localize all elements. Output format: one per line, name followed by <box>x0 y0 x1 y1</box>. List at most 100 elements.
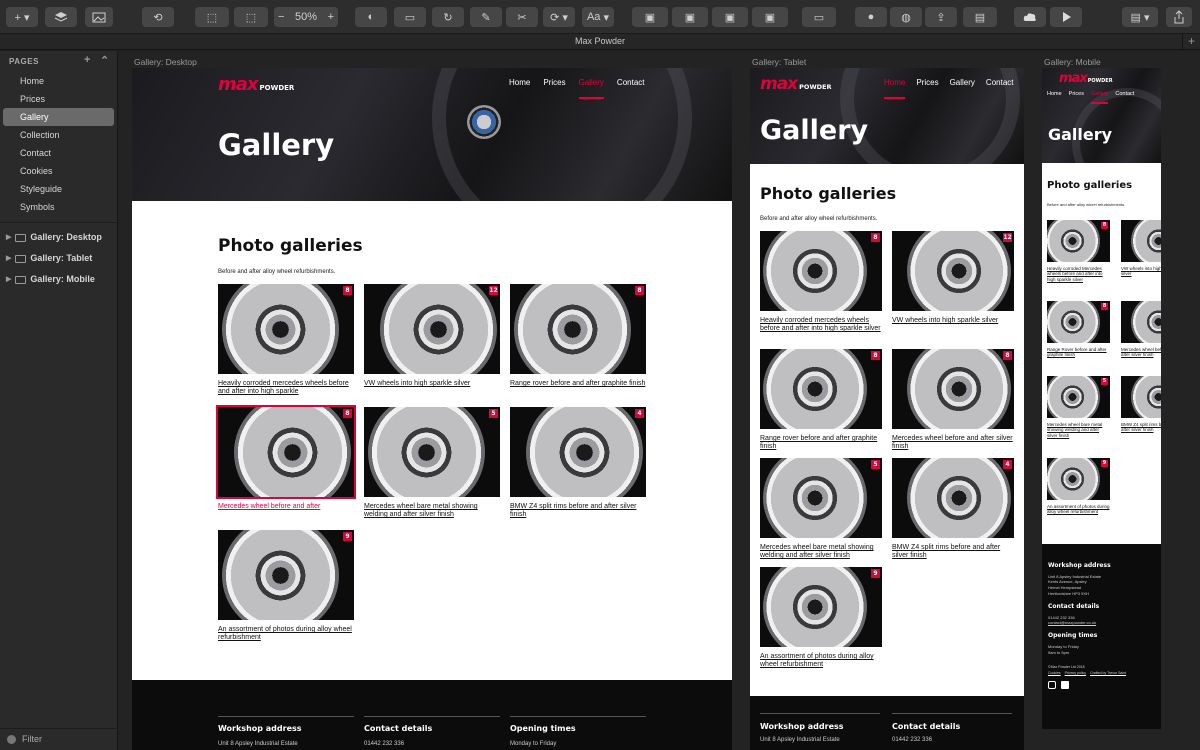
artboard-label-desktop[interactable]: Gallery: Desktop <box>134 57 197 67</box>
edit-button[interactable]: ✎ <box>470 7 502 27</box>
preview-button[interactable] <box>1050 7 1082 27</box>
subtract-button[interactable]: ▭ <box>394 7 426 27</box>
nav-home[interactable]: Home <box>884 78 906 99</box>
page-prices[interactable]: Prices <box>3 90 114 108</box>
union-button[interactable]: ◐ <box>355 7 387 27</box>
gallery-thumbnail-image[interactable]: 8 <box>892 349 1014 429</box>
gallery-caption-link[interactable]: An assortment of photos during alloy whe… <box>760 653 882 670</box>
view-button[interactable]: ▭ <box>802 7 836 27</box>
gallery-caption-link[interactable]: An assortment of photos during alloy whe… <box>1047 504 1110 515</box>
back-button[interactable]: ▣ <box>752 7 788 27</box>
gallery-caption-link[interactable]: Mercedes wheel bare metal showing weldin… <box>364 503 500 520</box>
front-button[interactable]: ▣ <box>712 7 748 27</box>
gallery-caption-link[interactable]: BMW Z4 split rims before and after silve… <box>1121 422 1161 433</box>
site-logo[interactable]: max POWDER <box>760 74 831 94</box>
nav-prices[interactable]: Prices <box>916 78 938 99</box>
add-page-icon[interactable]: + <box>84 54 91 66</box>
gallery-thumbnail-image[interactable]: 12 <box>1121 220 1161 262</box>
gallery-thumbnail-image[interactable]: 5 <box>1047 376 1110 418</box>
rotate-button[interactable]: ↻ <box>432 7 464 27</box>
gallery-caption-link[interactable]: Range rover before and after graphite fi… <box>510 380 646 388</box>
gallery-caption-link[interactable]: VW wheels into high sparkle silver <box>1121 266 1161 277</box>
page-contact[interactable]: Contact <box>3 144 114 162</box>
nav-gallery[interactable]: Gallery <box>950 78 975 99</box>
nav-gallery[interactable]: Gallery <box>1090 91 1109 104</box>
link-button[interactable]: ◍ <box>890 7 922 27</box>
artboard-layer-mobile[interactable]: ▶ Gallery: Mobile <box>0 269 117 290</box>
collapse-pages-icon[interactable]: ⌃ <box>100 54 110 67</box>
gallery-thumbnail-image[interactable]: 4 <box>892 458 1014 538</box>
gallery-caption-link[interactable]: Range Rover before and after graphite fi… <box>1047 347 1110 358</box>
artboard-desktop[interactable]: max POWDER Home Prices Gallery Contact G… <box>132 68 732 750</box>
footer-link-credit[interactable]: Crafted by Trevor Saint <box>1090 671 1126 676</box>
mask-button[interactable]: ● <box>855 7 887 27</box>
page-collection[interactable]: Collection <box>3 126 114 144</box>
artboard-mobile[interactable]: max POWDER Home Prices Gallery Contact G… <box>1042 68 1161 544</box>
canvas[interactable]: Gallery: Desktop max POWDER Home Prices … <box>119 51 1200 750</box>
artboard-tablet[interactable]: max POWDER Home Prices Gallery Contact G… <box>750 68 1024 696</box>
nav-contact[interactable]: Contact <box>617 78 645 99</box>
nav-prices[interactable]: Prices <box>543 78 565 99</box>
gallery-caption-link[interactable]: Mercedes wheel before and after silver f… <box>892 435 1014 452</box>
image-button[interactable] <box>85 7 113 27</box>
facebook-icon[interactable] <box>1061 680 1069 689</box>
page-symbols[interactable]: Symbols <box>3 198 114 216</box>
gallery-thumbnail-image[interactable]: 9 <box>1047 458 1110 500</box>
page-cookies[interactable]: Cookies <box>3 162 114 180</box>
nav-home[interactable]: Home <box>509 78 530 99</box>
artboard-layer-tablet[interactable]: ▶ Gallery: Tablet <box>0 248 117 269</box>
transform-button[interactable]: ⟳ ▾ <box>543 7 575 27</box>
text-style-button[interactable]: Aa ▾ <box>582 7 614 27</box>
scale-button[interactable]: ⬚ <box>195 7 229 27</box>
gallery-thumbnail-image[interactable]: 8 <box>760 349 882 429</box>
gallery-thumbnail-image[interactable]: 5 <box>364 407 500 497</box>
gallery-thumbnail-image[interactable]: 5 <box>760 458 882 538</box>
gallery-caption-link[interactable]: BMW Z4 split rims before and after silve… <box>510 503 646 520</box>
zoom-out-icon[interactable]: − <box>278 11 284 23</box>
layer-filter[interactable]: Filter <box>0 728 118 750</box>
gallery-thumbnail-image[interactable]: 8 <box>1121 301 1161 343</box>
zoom-in-icon[interactable]: + <box>328 11 334 23</box>
backward-button[interactable]: ▣ <box>672 7 708 27</box>
gallery-caption-link[interactable]: Range rover before and after graphite fi… <box>760 435 882 452</box>
gallery-caption-link[interactable]: Mercedes wheel bare metal showing weldin… <box>1047 422 1110 438</box>
nav-gallery[interactable]: Gallery <box>578 78 604 99</box>
nav-prices[interactable]: Prices <box>1069 91 1084 104</box>
gallery-thumbnail-image[interactable]: 8 <box>760 231 882 311</box>
layers-button[interactable] <box>45 7 77 27</box>
page-styleguide[interactable]: Styleguide <box>3 180 114 198</box>
footer-link-cookies[interactable]: Cookies <box>1048 671 1061 676</box>
gallery-thumbnail-image[interactable]: 12 <box>364 284 500 374</box>
footer-link-privacy[interactable]: Privacy policy <box>1065 671 1086 676</box>
instagram-icon[interactable] <box>1048 680 1056 689</box>
export-button[interactable]: ⇪ <box>925 7 957 27</box>
page-gallery[interactable]: Gallery <box>3 108 114 126</box>
gallery-thumbnail-image[interactable]: 8 <box>1047 220 1110 262</box>
gallery-thumbnail-image[interactable]: 12 <box>892 231 1014 311</box>
gallery-thumbnail-image[interactable]: 8 <box>1047 301 1110 343</box>
trim-button[interactable]: ⬚ <box>234 7 268 27</box>
inspect-button[interactable]: ▤ <box>963 7 997 27</box>
artboard-label-tablet[interactable]: Gallery: Tablet <box>752 57 806 67</box>
gallery-caption-link[interactable]: Heavily corroded mercedes wheels before … <box>218 380 354 397</box>
page-home[interactable]: Home <box>3 72 114 90</box>
gallery-thumbnail-image[interactable]: 8 <box>218 284 354 374</box>
new-tab-button[interactable]: + <box>1182 34 1200 49</box>
nav-contact[interactable]: Contact <box>986 78 1014 99</box>
footer-email-link[interactable]: contact@maxpowder.co.uk <box>1048 620 1126 626</box>
forward-button[interactable]: ▣ <box>632 7 668 27</box>
layout-button[interactable]: ▤ ▾ <box>1122 7 1158 27</box>
gallery-caption-link[interactable]: Heavily corroded mercedes wheels before … <box>760 317 882 334</box>
gallery-caption-link[interactable]: Mercedes wheel before and after silver f… <box>1121 347 1161 358</box>
site-logo[interactable]: max POWDER <box>218 74 294 95</box>
gallery-caption-link[interactable]: VW wheels into high sparkle silver <box>892 317 1014 325</box>
gallery-thumbnail-image[interactable]: 4 <box>510 407 646 497</box>
gallery-caption-link[interactable]: Mercedes wheel bare metal showing weldin… <box>760 544 882 561</box>
disclosure-triangle-icon[interactable]: ▶ <box>6 269 11 290</box>
symbol-button[interactable]: ⟲ <box>142 7 174 27</box>
zoom-control[interactable]: − 50% + <box>274 7 338 27</box>
disclosure-triangle-icon[interactable]: ▶ <box>6 227 11 248</box>
gallery-thumbnail-image[interactable]: 8 <box>216 405 356 499</box>
nav-home[interactable]: Home <box>1047 91 1062 104</box>
artboard-layer-desktop[interactable]: ▶ Gallery: Desktop <box>0 227 117 248</box>
